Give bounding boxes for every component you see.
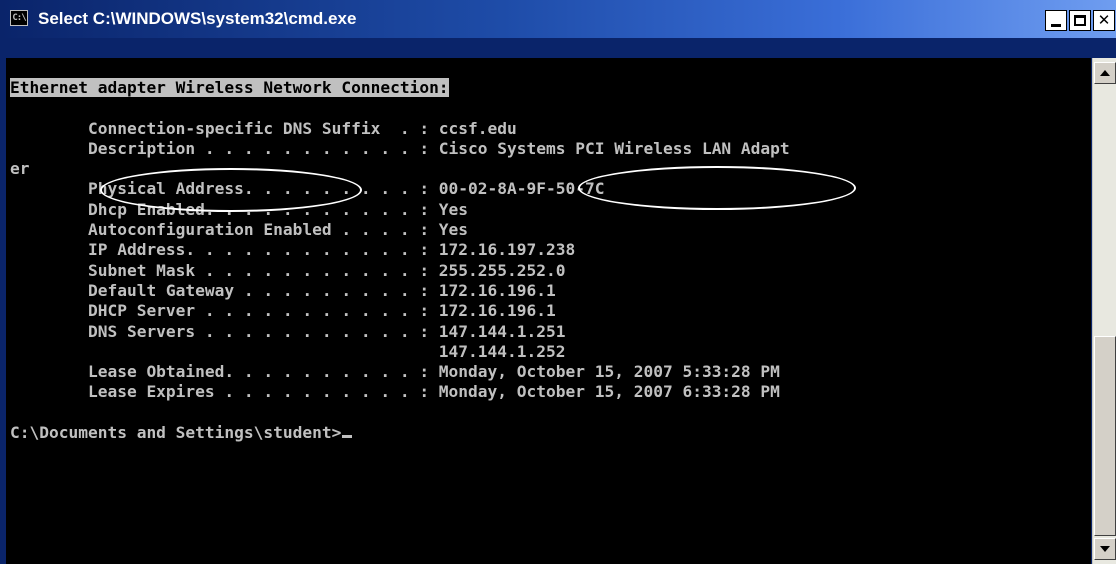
maximize-icon (1074, 15, 1086, 26)
console-line-2: Connection-specific DNS Suffix . : ccsf.… (10, 118, 517, 138)
text-cursor (342, 435, 353, 439)
title-bar[interactable]: C:\ Select C:\WINDOWS\system32\cmd.exe ✕ (0, 0, 1116, 38)
arrow-up-icon (1100, 70, 1110, 76)
close-icon: ✕ (1097, 11, 1111, 29)
console-line-14: Lease Obtained. . . . . . . . . . : Mond… (10, 362, 780, 382)
close-button[interactable]: ✕ (1093, 10, 1115, 31)
console-output[interactable]: Ethernet adapter Wireless Network Connec… (6, 58, 1091, 564)
scrollbar-thumb[interactable] (1094, 336, 1116, 536)
mac-address-oval (578, 166, 856, 210)
minimize-button[interactable] (1045, 10, 1067, 31)
vertical-scrollbar[interactable] (1092, 58, 1116, 564)
selected-text: Ethernet adapter Wireless Network Connec… (10, 78, 449, 97)
console-line-15: Lease Expires . . . . . . . . . . : Mond… (10, 382, 780, 402)
console-line-9: Subnet Mask . . . . . . . . . . . : 255.… (10, 260, 566, 280)
console-text: Ethernet adapter Wireless Network Connec… (10, 78, 790, 443)
console-line-8: IP Address. . . . . . . . . . . . : 172.… (10, 240, 576, 260)
scroll-down-button[interactable] (1094, 538, 1116, 560)
console-line-12: DNS Servers . . . . . . . . . . . : 147.… (10, 321, 566, 341)
console-line-1 (10, 98, 790, 118)
console-line-0: Ethernet adapter Wireless Network Connec… (10, 78, 790, 98)
console-line-11: DHCP Server . . . . . . . . . . . : 172.… (10, 301, 556, 321)
arrow-down-icon (1100, 546, 1110, 552)
command-prompt: C:\Documents and Settings\student> (10, 423, 342, 443)
physical-address-oval (100, 168, 362, 212)
console-icon[interactable]: C:\ (10, 10, 28, 26)
console-line-16 (10, 403, 790, 423)
window-title: Select C:\WINDOWS\system32\cmd.exe (38, 9, 357, 28)
console-line-3: Description . . . . . . . . . . . : Cisc… (10, 138, 790, 158)
scroll-up-button[interactable] (1094, 62, 1116, 84)
console-line-7: Autoconfiguration Enabled . . . . : Yes (10, 220, 469, 240)
console-line-10: Default Gateway . . . . . . . . . : 172.… (10, 280, 556, 300)
minimize-icon (1051, 24, 1061, 27)
console-line-13: 147.144.1.252 (10, 341, 566, 361)
console-window: C:\ Select C:\WINDOWS\system32\cmd.exe ✕… (0, 0, 1116, 564)
prompt-line[interactable]: C:\Documents and Settings\student> (10, 423, 790, 443)
maximize-button[interactable] (1069, 10, 1091, 31)
